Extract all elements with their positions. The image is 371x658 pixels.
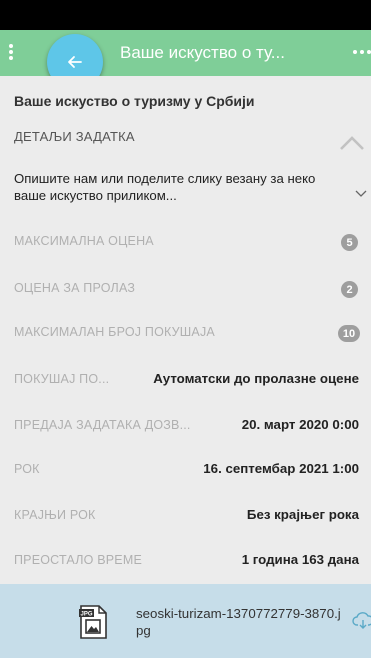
detail-row-final-deadline: КРАЈЊИ РОК Без крајњег рока <box>0 506 371 526</box>
chevron-down-icon[interactable] <box>355 190 367 198</box>
arrow-left-icon <box>68 56 82 68</box>
detail-value: 16. септембар 2021 1:00 <box>203 461 359 476</box>
task-details: Ваше искуство о туризму у Србији ДЕТАЉИ … <box>0 76 371 584</box>
detail-row-due-date: РОК 16. септембар 2021 1:00 <box>0 460 371 480</box>
course-title: Ваше искуство о туризму у Србији <box>14 93 255 109</box>
cloud-download-icon[interactable] <box>352 612 371 630</box>
detail-label: ПОКУШАЈ ПО... <box>14 372 110 386</box>
file-type-label: JPG <box>80 612 92 618</box>
detail-label: РОК <box>14 462 40 476</box>
detail-label: МАКСИМАЛАН БРОЈ ПОКУШАЈА <box>14 325 215 339</box>
detail-value: 1 година 163 дана <box>241 552 359 567</box>
detail-value: Без крајњег рока <box>246 507 359 522</box>
detail-label: ПРЕОСТАЛО ВРЕМЕ <box>14 553 142 567</box>
detail-row-submission-allowed: ПРЕДАЈА ЗАДАТАКА ДОЗВ... 20. март 2020 0… <box>0 416 371 436</box>
detail-label: ОЦЕНА ЗА ПРОЛАЗ <box>14 281 136 295</box>
section-header: ДЕТАЉИ ЗАДАТКА <box>14 129 135 144</box>
count-badge: 5 <box>341 234 358 251</box>
detail-row-attempt-policy: ПОКУШАЈ ПО... Аутоматски до пролазне оце… <box>0 370 371 390</box>
attachment-item[interactable]: JPG seoski-turizam-1370772779-3870.jpg <box>0 584 371 658</box>
jpg-file-icon: JPG <box>79 605 107 639</box>
file-name: seoski-turizam-1370772779-3870.jpg <box>136 606 341 638</box>
vertical-dots-icon[interactable] <box>6 42 16 64</box>
chevron-up-icon[interactable] <box>339 135 365 151</box>
detail-row-passing-grade: ОЦЕНА ЗА ПРОЛАЗ 2 <box>0 279 371 299</box>
detail-row-time-remaining: ПРЕОСТАЛО ВРЕМЕ 1 година 163 дана <box>0 551 371 571</box>
app-bar-title: Ваше искуство о ту... <box>120 43 285 62</box>
count-badge: 2 <box>341 281 358 298</box>
horizontal-dots-icon[interactable] <box>353 50 371 56</box>
status-bar <box>0 0 371 30</box>
detail-value: 20. март 2020 0:00 <box>241 417 359 432</box>
detail-row-max-grade: МАКСИМАЛНА ОЦЕНА 5 <box>0 232 371 252</box>
detail-label: МАКСИМАЛНА ОЦЕНА <box>14 234 154 248</box>
detail-row-max-attempts: МАКСИМАЛАН БРОЈ ПОКУШАЈА 10 <box>0 323 371 343</box>
detail-label: КРАЈЊИ РОК <box>14 508 96 522</box>
task-description: Опишите нам или поделите слику везану за… <box>14 171 316 203</box>
detail-label: ПРЕДАЈА ЗАДАТАКА ДОЗВ... <box>14 418 191 432</box>
count-badge: 10 <box>338 325 360 342</box>
detail-value: Аутоматски до пролазне оцене <box>153 371 359 386</box>
